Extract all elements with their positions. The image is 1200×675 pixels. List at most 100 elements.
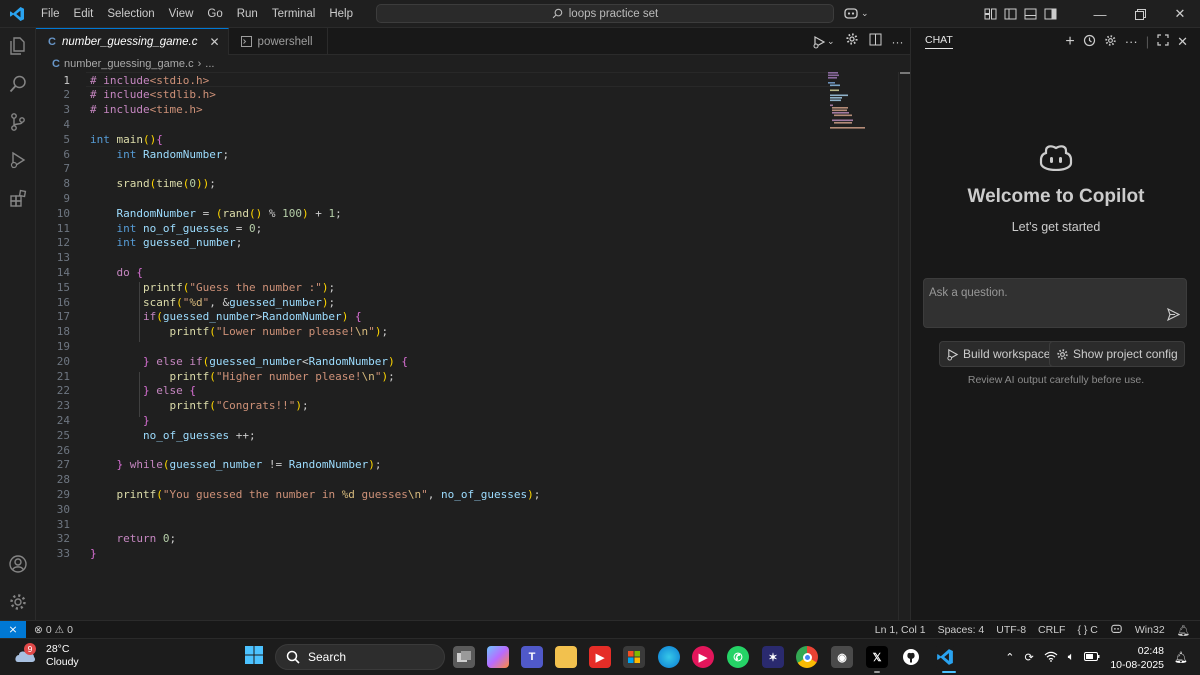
edge-icon[interactable] xyxy=(658,646,680,668)
remote-indicator-icon[interactable]: ⨯ xyxy=(0,620,26,639)
search-icon[interactable] xyxy=(0,66,36,102)
code-line[interactable]: 6 int RandomNumber; xyxy=(36,147,826,162)
menu-go[interactable]: Go xyxy=(200,8,229,20)
editor-scrollbar[interactable] xyxy=(898,72,910,620)
perplexity-app-icon[interactable]: ✶ xyxy=(762,646,784,668)
code-line[interactable]: 9 xyxy=(36,191,826,206)
code-line[interactable]: 15 printf("Guess the number :"); xyxy=(36,280,826,295)
close-panel-icon[interactable]: ✕ xyxy=(1177,34,1188,50)
chat-more-icon[interactable]: ··· xyxy=(1125,34,1138,49)
clock[interactable]: 02:48 10-08-2025 xyxy=(1110,644,1164,672)
tab-number-guessing-game[interactable]: C number_guessing_game.c ✕ xyxy=(36,28,229,55)
source-control-icon[interactable] xyxy=(0,104,36,140)
build-workspace-button[interactable]: Build workspace xyxy=(939,341,1058,367)
code-line[interactable]: 11 int no_of_guesses = 0; xyxy=(36,221,826,236)
code-line[interactable]: 20 } else if(guessed_number<RandomNumber… xyxy=(36,354,826,369)
platform[interactable]: Win32 xyxy=(1135,624,1165,636)
sync-icon[interactable]: ⟳ xyxy=(1024,651,1033,664)
chrome-icon[interactable] xyxy=(796,646,818,668)
manage-gear-icon[interactable] xyxy=(0,584,36,620)
vscode-taskbar-icon[interactable] xyxy=(934,646,956,668)
code-line[interactable]: 29 printf("You guessed the number in %d … xyxy=(36,487,826,502)
microsoft-store-icon[interactable] xyxy=(623,646,645,668)
code-line[interactable]: 21 printf("Higher number please!\n"); xyxy=(36,369,826,384)
media-player-icon[interactable]: ▶ xyxy=(692,646,714,668)
split-editor-icon[interactable] xyxy=(869,33,882,51)
code-line[interactable]: 19 xyxy=(36,339,826,354)
x-twitter-icon[interactable]: 𝕏 xyxy=(866,646,888,668)
new-chat-icon[interactable]: + xyxy=(1065,33,1074,51)
code-line[interactable]: 14 do { xyxy=(36,265,826,280)
minimap[interactable] xyxy=(826,72,896,132)
vscode-logo-icon[interactable] xyxy=(0,0,34,28)
menu-run[interactable]: Run xyxy=(230,8,265,20)
maximize-panel-icon[interactable] xyxy=(1157,34,1169,49)
code-line[interactable]: 31 xyxy=(36,517,826,532)
start-button-windows-icon[interactable] xyxy=(244,645,266,667)
code-line[interactable]: 23 printf("Congrats!!"); xyxy=(36,398,826,413)
code-line[interactable]: 10 RandomNumber = (rand() % 100) + 1; xyxy=(36,206,826,221)
code-line[interactable]: 22 } else { xyxy=(36,383,826,398)
chat-tab-label[interactable]: CHAT xyxy=(925,34,953,49)
menu-selection[interactable]: Selection xyxy=(100,8,161,20)
code-editor[interactable]: 1 # include<stdio.h> 2 # include<stdlib.h> 3… xyxy=(36,72,910,620)
toggle-secondary-sidebar-icon[interactable] xyxy=(1040,0,1060,28)
code-line[interactable]: 25 no_of_guesses ++; xyxy=(36,428,826,443)
toggle-primary-sidebar-icon[interactable] xyxy=(1000,0,1020,28)
show-project-config-button[interactable]: Show project config xyxy=(1049,341,1185,367)
explorer-icon[interactable] xyxy=(0,28,36,64)
code-line[interactable]: 1 # include<stdio.h> xyxy=(36,73,826,88)
code-line[interactable]: 28 xyxy=(36,472,826,487)
run-file-icon[interactable]: ⌄ xyxy=(812,35,835,49)
notifications-bell-icon[interactable]: 🔔︎ xyxy=(1177,624,1190,637)
command-center-search[interactable]: loops practice set xyxy=(376,4,834,23)
close-window-button[interactable]: ✕ xyxy=(1160,0,1200,28)
copilot-app-icon[interactable] xyxy=(487,646,509,668)
more-actions-icon[interactable]: ··· xyxy=(892,35,904,49)
file-explorer-icon[interactable] xyxy=(555,646,577,668)
breadcrumb-more[interactable]: ... xyxy=(205,58,214,70)
code-line[interactable]: 7 xyxy=(36,161,826,176)
code-line[interactable]: 3 # include<time.h> xyxy=(36,102,826,117)
code-line[interactable]: 30 xyxy=(36,502,826,517)
language-mode[interactable]: { } C xyxy=(1077,624,1097,636)
code-line[interactable]: 26 xyxy=(36,443,826,458)
code-line[interactable]: 18 printf("Lower number please!\n"); xyxy=(36,324,826,339)
copilot-menu-icon[interactable]: ⌄ xyxy=(843,6,869,20)
code-line[interactable]: 32 return 0; xyxy=(36,531,826,546)
teams-icon[interactable]: T xyxy=(521,646,543,668)
taskbar-search[interactable]: Search xyxy=(275,644,445,670)
whatsapp-icon[interactable]: ✆ xyxy=(727,646,749,668)
wifi-icon[interactable] xyxy=(1044,651,1058,665)
chat-settings-gear-icon[interactable] xyxy=(1104,34,1117,50)
indentation[interactable]: Spaces: 4 xyxy=(938,624,985,636)
camera-icon[interactable]: ◉ xyxy=(831,646,853,668)
menu-file[interactable]: File xyxy=(34,8,67,20)
minimize-button[interactable]: — xyxy=(1080,0,1120,28)
problems-indicator[interactable]: ⊗ 0 ⚠ 0 xyxy=(34,624,73,636)
menu-view[interactable]: View xyxy=(162,8,201,20)
notification-center-bell-icon[interactable]: 🔔︎ xyxy=(1174,651,1188,664)
code-line[interactable]: 12 int guessed_number; xyxy=(36,235,826,250)
encoding[interactable]: UTF-8 xyxy=(996,624,1026,636)
chevron-up-icon[interactable]: ⌃ xyxy=(1005,651,1014,664)
settings-gear-icon[interactable] xyxy=(845,32,859,51)
battery-icon[interactable] xyxy=(1084,651,1100,664)
menu-help[interactable]: Help xyxy=(322,8,360,20)
task-view-icon[interactable] xyxy=(453,646,475,668)
run-debug-icon[interactable] xyxy=(0,142,36,178)
send-icon[interactable] xyxy=(1164,305,1182,323)
chat-input[interactable] xyxy=(929,287,1149,299)
code-line[interactable]: 24 } xyxy=(36,413,826,428)
volume-icon[interactable]: 🔈︎ xyxy=(1068,651,1075,664)
menu-edit[interactable]: Edit xyxy=(67,8,101,20)
code-line[interactable]: 8 srand(time(0)); xyxy=(36,176,826,191)
code-line[interactable]: 17 if(guessed_number>RandomNumber) { xyxy=(36,309,826,324)
breadcrumb-file[interactable]: number_guessing_game.c xyxy=(64,58,194,70)
code-line[interactable]: 13 xyxy=(36,250,826,265)
code-line[interactable]: 4 xyxy=(36,117,826,132)
copilot-status-icon[interactable] xyxy=(1110,623,1123,637)
code-line[interactable]: 27 } while(guessed_number != RandomNumbe… xyxy=(36,457,826,472)
restore-button[interactable] xyxy=(1120,0,1160,28)
code-line[interactable]: 2 # include<stdlib.h> xyxy=(36,87,826,102)
